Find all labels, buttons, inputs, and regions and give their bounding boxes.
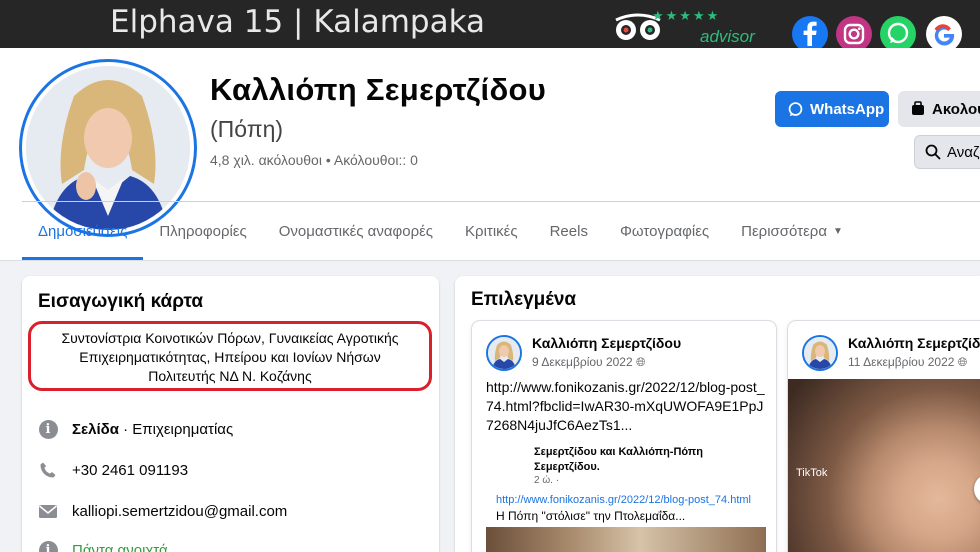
hours-status: Πάντα ανοιχτά <box>72 541 168 552</box>
post-link[interactable]: http://www.fonikozanis.gr/2022/12/blog-p… <box>496 494 751 506</box>
author-avatar[interactable] <box>802 335 838 371</box>
bio-line: Συντονίστρια Κοινοτικών Πόρων, Γυναικεία… <box>61 330 399 346</box>
author-photo <box>488 337 520 369</box>
profile-header: Καλλιόπη Σεμερτζίδου (Πόπη) 4,8 χιλ. ακό… <box>0 48 980 261</box>
tab-about[interactable]: Πληροφορίες <box>143 202 262 260</box>
page-category: · Επιχειρηματίας <box>118 420 234 438</box>
follow-button[interactable]: Ακολου <box>898 91 980 127</box>
search-button-label: Αναζ <box>947 143 980 161</box>
email-icon <box>38 505 58 518</box>
featured-card[interactable]: Καλλιόπη Σεμερτζίδου 11 Δεκεμβρίου 2022 … <box>788 321 980 552</box>
info-page-category: i Σελίδα · Επιχειρηματίας <box>38 419 233 439</box>
post-date-text: 11 Δεκεμβρίου 2022 <box>848 355 955 369</box>
post-image[interactable] <box>486 527 766 552</box>
email-address: kalliopi.semertzidou@gmail.com <box>72 502 288 520</box>
author-avatar[interactable] <box>486 335 522 371</box>
globe-icon: 🌐︎ <box>635 355 646 369</box>
tab-photos[interactable]: Φωτογραφίες <box>604 202 725 260</box>
tab-posts[interactable]: Δημοσιεύσεις <box>22 202 144 260</box>
phone-number: +30 2461 091193 <box>72 461 189 479</box>
info-hours: i Πάντα ανοιχτά <box>38 540 168 552</box>
post-text: http://www.fonikozanis.gr/2022/12/blog-p… <box>486 379 765 433</box>
post-date[interactable]: 9 Δεκεμβρίου 2022 🌐︎ <box>532 355 646 370</box>
featured-card[interactable]: Καλλιόπη Σεμερτζίδου 9 Δεκεμβρίου 2022 🌐… <box>472 321 776 552</box>
bio-line: Πολιτευτής ΝΔ Ν. Κοζάνης <box>148 368 312 384</box>
intro-card: Εισαγωγική κάρτα Συντονίστρια Κοινοτικών… <box>22 276 439 552</box>
post-caption: Η Πόπη "στόλισε" την Πτολεμαΐδα... <box>496 509 686 523</box>
phone-icon <box>40 462 56 478</box>
follow-button-label: Ακολου <box>932 100 980 118</box>
follow-icon <box>912 101 924 115</box>
facebook-icon <box>792 16 828 48</box>
google-icon <box>926 16 962 48</box>
tab-reels[interactable]: Reels <box>534 202 604 260</box>
instagram-icon <box>836 16 872 48</box>
tab-more-label: Περισσότερα <box>741 222 828 240</box>
shared-post-names: Σεμερτζίδου και Καλλιόπη-Πόπη Σεμερτζίδο… <box>534 446 703 473</box>
shared-post-meta: 2 ώ. · <box>534 475 560 486</box>
rating-stars: ★★★★★ <box>652 8 721 23</box>
profile-nickname: (Πόπη) <box>210 116 284 142</box>
globe-icon: 🌐︎ <box>957 355 968 369</box>
featured-section: Επιλεγμένα Καλλιόπη Σεμερτζίδου 9 Δεκεμβ… <box>455 276 980 552</box>
bio-line: Επιχειρηματικότητας, Ηπείρου και Ιονίων … <box>79 349 381 365</box>
info-icon: i <box>38 419 58 439</box>
post-author[interactable]: Καλλιόπη Σεμερτζίδου <box>848 335 980 351</box>
page-label: Σελίδα <box>72 420 119 438</box>
post-date[interactable]: 11 Δεκεμβρίου 2022 🌐︎ <box>848 355 967 370</box>
author-photo <box>804 337 836 369</box>
profile-tabs: Δημοσιεύσεις Πληροφορίες Ονομαστικές ανα… <box>22 202 859 260</box>
clock-icon: i <box>38 540 58 552</box>
tab-mentions[interactable]: Ονομαστικές αναφορές <box>263 202 449 260</box>
info-email[interactable]: kalliopi.semertzidou@gmail.com <box>38 501 287 521</box>
whatsapp-icon <box>880 16 916 48</box>
caret-down-icon: ▼ <box>833 225 843 237</box>
post-author[interactable]: Καλλιόπη Σεμερτζίδου <box>532 335 681 351</box>
post-date-text: 9 Δεκεμβρίου 2022 <box>532 355 633 369</box>
tab-more[interactable]: Περισσότερα ▼ <box>725 202 859 260</box>
bio-text: Συντονίστρια Κοινοτικών Πόρων, Γυναικεία… <box>28 321 432 391</box>
followers-count[interactable]: 4,8 χιλ. ακόλουθοι • Ακόλουθοι:: 0 <box>210 152 418 168</box>
tab-reviews[interactable]: Κριτικές <box>449 202 534 260</box>
search-icon <box>925 144 941 160</box>
info-phone[interactable]: +30 2461 091193 <box>38 460 188 480</box>
post-video[interactable]: TikTok <box>788 379 980 552</box>
search-button[interactable]: Αναζ <box>914 135 980 169</box>
cover-title: Elphava 15 | Kalampaka <box>110 4 485 40</box>
whatsapp-icon <box>788 101 803 116</box>
tripadvisor-wordmark: advisor <box>700 27 755 46</box>
featured-title: Επιλεγμένα <box>471 289 577 310</box>
whatsapp-button[interactable]: WhatsApp <box>775 91 889 127</box>
whatsapp-button-label: WhatsApp <box>810 100 885 118</box>
cover-photo[interactable]: Elphava 15 | Kalampaka ★★★★★ advisor <box>0 0 980 48</box>
intro-title: Εισαγωγική κάρτα <box>38 291 204 312</box>
profile-name: Καλλιόπη Σεμερτζίδου <box>210 72 547 107</box>
tiktok-watermark: TikTok <box>796 467 828 479</box>
